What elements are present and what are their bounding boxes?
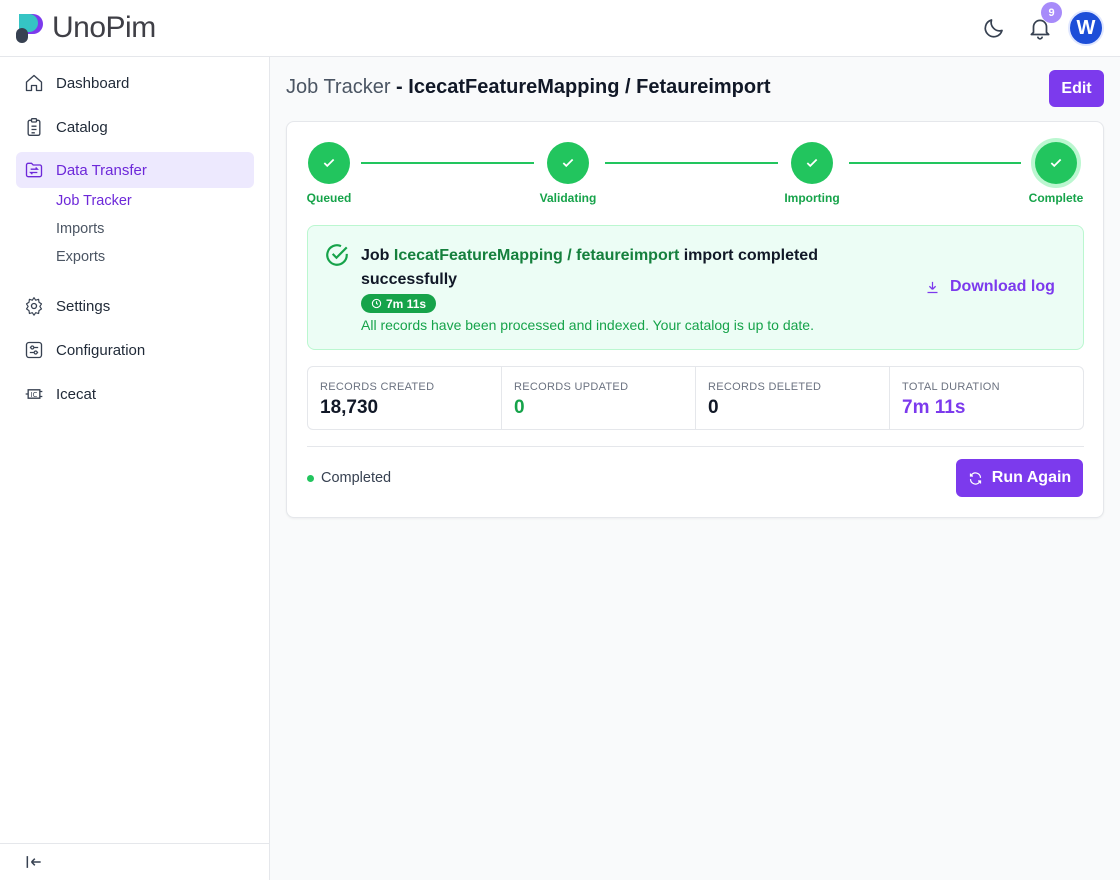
sidebar-item-configuration[interactable]: Configuration bbox=[16, 332, 254, 368]
sidebar: Dashboard Catalog Data Transfer Job Trac… bbox=[0, 57, 270, 880]
stat-records-deleted: RECORDS DELETED 0 bbox=[696, 367, 890, 429]
moon-icon bbox=[984, 19, 1003, 38]
sidebar-item-icecat[interactable]: IC Icecat bbox=[16, 376, 254, 412]
stat-label: RECORDS DELETED bbox=[708, 381, 822, 393]
sidebar-collapse-button[interactable] bbox=[0, 843, 269, 880]
duration-pill: 7m 11s bbox=[361, 294, 437, 313]
user-avatar[interactable]: W bbox=[1068, 10, 1104, 46]
download-log-label: Download log bbox=[950, 278, 1055, 295]
job-card: Queued Validating Importing Complete Job… bbox=[286, 121, 1104, 518]
download-log-link[interactable]: Download log bbox=[925, 278, 1055, 296]
stats-row: RECORDS CREATED 18,730 RECORDS UPDATED 0… bbox=[307, 366, 1084, 430]
gear-icon bbox=[25, 297, 43, 316]
transfer-icon bbox=[25, 162, 43, 178]
check-icon bbox=[1050, 158, 1062, 168]
step-label: Importing bbox=[784, 191, 840, 205]
alert-description: All records have been processed and inde… bbox=[361, 317, 814, 333]
unopim-logo[interactable]: UnoPim bbox=[16, 12, 156, 44]
sidebar-item-catalog[interactable]: Catalog bbox=[16, 109, 254, 145]
sidebar-item-label: Data Transfer bbox=[56, 161, 147, 179]
stat-total-duration: TOTAL DURATION 7m 11s bbox=[890, 367, 1083, 429]
dark-mode-toggle[interactable] bbox=[980, 14, 1008, 42]
status-label: Completed bbox=[321, 470, 392, 486]
step-importing-indicator bbox=[791, 142, 833, 184]
stat-records-updated: RECORDS UPDATED 0 bbox=[502, 367, 696, 429]
step-label: Complete bbox=[1028, 191, 1084, 205]
stat-records-created: RECORDS CREATED 18,730 bbox=[308, 367, 502, 429]
step-queued-indicator bbox=[308, 142, 350, 184]
refresh-icon bbox=[969, 471, 981, 485]
page-title: Job Tracker - IcecatFeatureMapping / Fet… bbox=[286, 76, 771, 99]
job-status: Completed bbox=[307, 470, 391, 486]
home-icon bbox=[25, 74, 43, 92]
stat-value: 7m 11s bbox=[902, 397, 966, 418]
step-connector bbox=[605, 162, 778, 164]
sidebar-item-label: Icecat bbox=[56, 385, 97, 403]
step-connector bbox=[849, 162, 1021, 164]
icecat-icon: IC bbox=[25, 389, 43, 399]
sidebar-item-label: Catalog bbox=[56, 118, 108, 136]
sidebar-item-label: Dashboard bbox=[56, 74, 130, 92]
sidebar-item-label: Configuration bbox=[56, 341, 146, 359]
step-validating-indicator bbox=[547, 142, 589, 184]
sidebar-subitem-job-tracker[interactable]: Job Tracker bbox=[56, 193, 132, 209]
sidebar-item-label: Settings bbox=[56, 297, 111, 315]
step-label: Queued bbox=[306, 191, 352, 205]
sidebar-item-dashboard[interactable]: Dashboard bbox=[16, 65, 254, 101]
clipboard-icon bbox=[27, 118, 41, 136]
logo-text: UnoPim bbox=[52, 11, 156, 44]
stat-value: 0 bbox=[708, 397, 719, 418]
stat-label: RECORDS UPDATED bbox=[514, 381, 629, 393]
download-icon bbox=[927, 281, 938, 293]
check-icon bbox=[806, 158, 818, 168]
step-connector bbox=[361, 162, 534, 164]
stat-label: RECORDS CREATED bbox=[320, 381, 435, 393]
sidebar-subitem-imports[interactable]: Imports bbox=[56, 221, 104, 237]
sidebar-subitem-exports[interactable]: Exports bbox=[56, 249, 105, 265]
step-label: Validating bbox=[539, 191, 597, 205]
sliders-icon bbox=[25, 341, 43, 359]
stat-label: TOTAL DURATION bbox=[902, 381, 1000, 393]
svg-text:IC: IC bbox=[31, 391, 38, 399]
run-again-button[interactable]: Run Again bbox=[956, 459, 1083, 497]
sidebar-item-settings[interactable]: Settings bbox=[16, 288, 254, 324]
top-header: UnoPim 9 W bbox=[0, 0, 1120, 57]
notification-count-badge: 9 bbox=[1041, 2, 1062, 23]
alert-job-word: Job bbox=[361, 247, 394, 264]
divider bbox=[307, 446, 1084, 447]
page-title-sep: - bbox=[390, 76, 409, 98]
stat-value: 18,730 bbox=[320, 397, 379, 418]
clock-icon bbox=[371, 298, 382, 309]
success-alert: Job IcecatFeatureMapping / fetaureimport… bbox=[307, 225, 1084, 350]
status-dot bbox=[307, 474, 314, 482]
step-complete-indicator bbox=[1035, 142, 1077, 184]
logo-mark-icon bbox=[16, 14, 43, 43]
edit-button[interactable]: Edit bbox=[1049, 70, 1104, 107]
page-title-job: IcecatFeatureMapping / Fetaureimport bbox=[408, 76, 771, 98]
alert-title: Job IcecatFeatureMapping / fetaureimport… bbox=[361, 244, 881, 292]
page-title-prefix: Job Tracker bbox=[286, 76, 391, 98]
check-icon bbox=[562, 158, 574, 168]
sidebar-item-data-transfer[interactable]: Data Transfer bbox=[16, 152, 254, 188]
duration-text: 7m 11s bbox=[386, 296, 427, 311]
alert-job-name: IcecatFeatureMapping / fetaureimport bbox=[393, 247, 680, 264]
collapse-icon bbox=[26, 856, 41, 868]
check-icon bbox=[323, 158, 335, 168]
check-circle-icon bbox=[326, 244, 348, 266]
run-again-label: Run Again bbox=[991, 469, 1072, 486]
stat-value: 0 bbox=[514, 397, 525, 418]
